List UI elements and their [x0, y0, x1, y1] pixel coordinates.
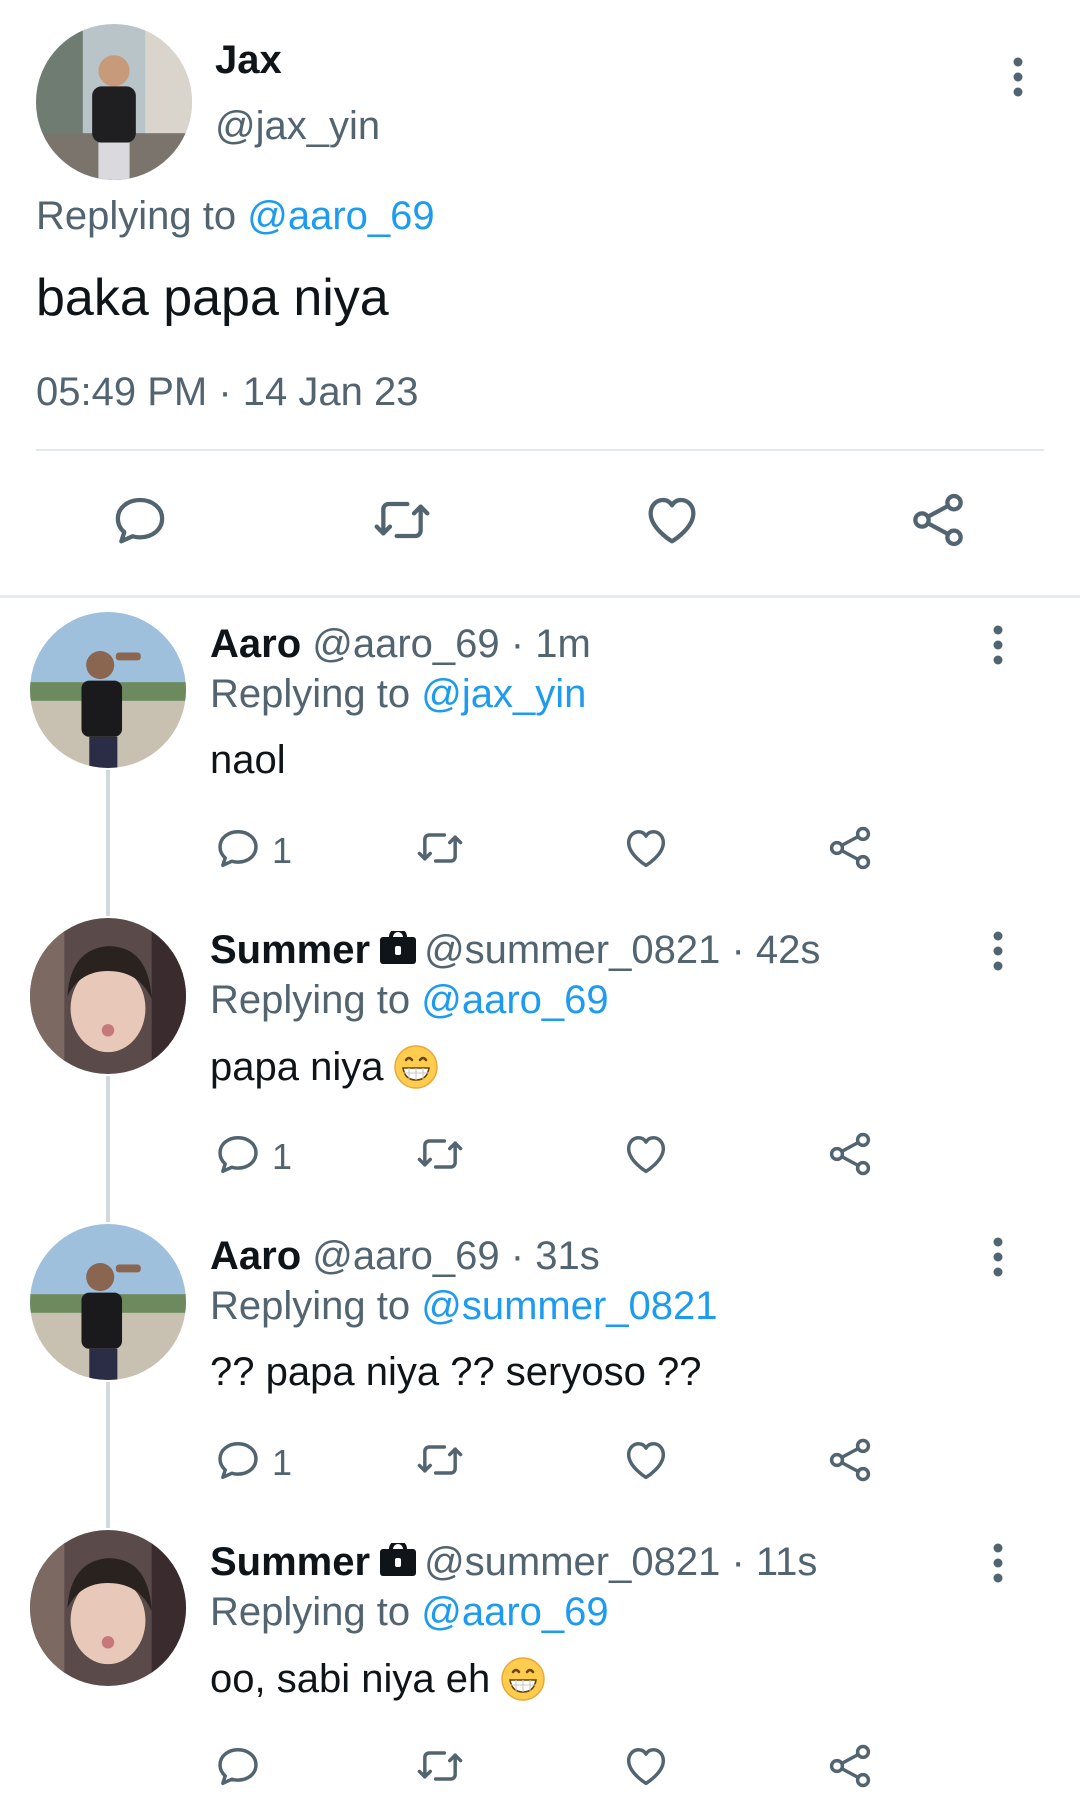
like-icon[interactable] [620, 1434, 672, 1486]
replying-to-label: Replying to [210, 1284, 411, 1328]
author-handle[interactable]: @jax_yin [215, 104, 380, 149]
author-handle[interactable]: @summer_0821 [424, 928, 720, 972]
retweet-icon[interactable] [414, 1434, 466, 1486]
reply-tweet[interactable]: Aaro @aaro_69 · 31s Replying to @summer_0… [0, 1224, 1080, 1530]
more-options-icon[interactable] [980, 622, 1016, 668]
reply-count: 1 [272, 1136, 293, 1177]
reply-tweet[interactable]: Aaro @aaro_69 · 1m Replying to @jax_yinna… [0, 612, 1080, 918]
reply-text-content: ?? papa niya ?? seryoso ?? [210, 1350, 702, 1394]
replying-to-label: Replying to [210, 672, 411, 716]
like-icon[interactable] [620, 822, 672, 874]
reply-text-content: papa niya [210, 1045, 384, 1089]
replying-to-handle-link[interactable]: @summer_0821 [421, 1284, 717, 1328]
relative-time: 11s [755, 1540, 818, 1584]
like-icon[interactable] [620, 1128, 672, 1180]
lock-icon [378, 1540, 418, 1576]
reply-text-content: oo, sabi niya eh [210, 1657, 491, 1701]
replying-to: Replying to @aaro_69 [210, 978, 609, 1023]
more-options-icon[interactable] [980, 928, 1016, 974]
separator: · [499, 622, 536, 666]
reply-action-bar: 1 [0, 1434, 1080, 1498]
more-options-icon[interactable] [980, 1540, 1016, 1586]
reply-text-content: naol [210, 738, 286, 782]
avatar-jax[interactable] [36, 24, 192, 180]
replying-to: Replying to @aaro_69 [210, 1590, 609, 1635]
grinning-face-emoji-icon [393, 1044, 439, 1090]
relative-time: 31s [535, 1234, 600, 1278]
separator: · [720, 1540, 756, 1584]
avatar-aaro[interactable] [30, 1224, 186, 1380]
replying-to-handle-link[interactable]: @aaro_69 [247, 194, 434, 238]
reply-icon[interactable] [212, 1434, 264, 1486]
tweet-timestamp: 05:49 PM · 14 Jan 23 [36, 370, 419, 414]
avatar-summer[interactable] [30, 918, 186, 1074]
reply-text: ?? papa niya ?? seryoso ?? [210, 1350, 701, 1395]
reply-header: Aaro @aaro_69 · 31s [210, 1234, 600, 1279]
avatar-aaro[interactable] [30, 612, 186, 768]
replying-to-label: Replying to [36, 194, 237, 238]
reply-count: 1 [272, 1442, 293, 1483]
reply-action-bar [0, 1740, 1080, 1804]
grinning-face-emoji-icon [500, 1656, 546, 1702]
author-name[interactable]: Jax [215, 38, 282, 83]
divider [0, 595, 1080, 598]
share-icon[interactable] [824, 822, 876, 874]
avatar-jax-image [36, 24, 192, 180]
lock-icon [378, 928, 418, 964]
retweet-icon[interactable] [414, 1740, 466, 1792]
like-icon[interactable] [620, 1740, 672, 1792]
reply-text: oo, sabi niya eh [210, 1656, 546, 1702]
share-icon[interactable] [824, 1434, 876, 1486]
replying-to: Replying to @aaro_69 [36, 194, 435, 239]
relative-time: 42s [755, 928, 821, 972]
divider [36, 449, 1044, 451]
reply-icon[interactable] [108, 488, 172, 552]
replying-to-handle-link[interactable]: @aaro_69 [421, 978, 608, 1022]
separator: · [499, 1234, 536, 1278]
author-name[interactable]: Aaro [210, 1234, 301, 1278]
share-icon[interactable] [824, 1128, 876, 1180]
author-name[interactable]: Aaro [210, 622, 301, 666]
reply-icon[interactable] [212, 1128, 264, 1180]
replying-to-label: Replying to [210, 978, 411, 1022]
reply-text: naol [210, 738, 286, 783]
more-options-icon[interactable] [980, 1234, 1016, 1280]
reply-icon[interactable] [212, 1740, 264, 1792]
reply-header: Summer @summer_0821 · 11s [210, 1540, 817, 1585]
avatar-summer[interactable] [30, 1530, 186, 1686]
replying-to-handle-link[interactable]: @jax_yin [421, 672, 586, 716]
like-icon[interactable] [640, 488, 704, 552]
author-handle[interactable]: @aaro_69 [312, 1234, 499, 1278]
separator: · [720, 928, 756, 972]
replying-to: Replying to @jax_yin [210, 672, 586, 717]
tweet-text: baka papa niya [36, 269, 389, 327]
tweet-action-bar [0, 488, 1080, 558]
replying-to: Replying to @summer_0821 [210, 1284, 718, 1329]
retweet-icon[interactable] [414, 822, 466, 874]
relative-time: 1m [535, 622, 591, 666]
reply-icon[interactable] [212, 822, 264, 874]
reply-text: papa niya [210, 1044, 439, 1090]
share-icon[interactable] [824, 1740, 876, 1792]
reply-action-bar: 1 [0, 1128, 1080, 1192]
reply-header: Summer @summer_0821 · 42s [210, 928, 820, 973]
author-name[interactable]: Summer [210, 1540, 370, 1584]
reply-tweet[interactable]: Summer @summer_0821 · 11s Replying to @aar… [0, 1530, 1080, 1815]
replying-to-handle-link[interactable]: @aaro_69 [421, 1590, 608, 1634]
retweet-icon[interactable] [370, 488, 434, 552]
author-handle[interactable]: @summer_0821 [424, 1540, 720, 1584]
share-icon[interactable] [906, 488, 970, 552]
author-handle[interactable]: @aaro_69 [312, 622, 499, 666]
reply-count: 1 [272, 830, 293, 871]
more-options-icon[interactable] [1000, 54, 1036, 100]
reply-action-bar: 1 [0, 822, 1080, 886]
replying-to-label: Replying to [210, 1590, 411, 1634]
author-name[interactable]: Summer [210, 928, 370, 972]
reply-header: Aaro @aaro_69 · 1m [210, 622, 591, 667]
retweet-icon[interactable] [414, 1128, 466, 1180]
reply-tweet[interactable]: Summer @summer_0821 · 42s Replying to @aar… [0, 918, 1080, 1224]
